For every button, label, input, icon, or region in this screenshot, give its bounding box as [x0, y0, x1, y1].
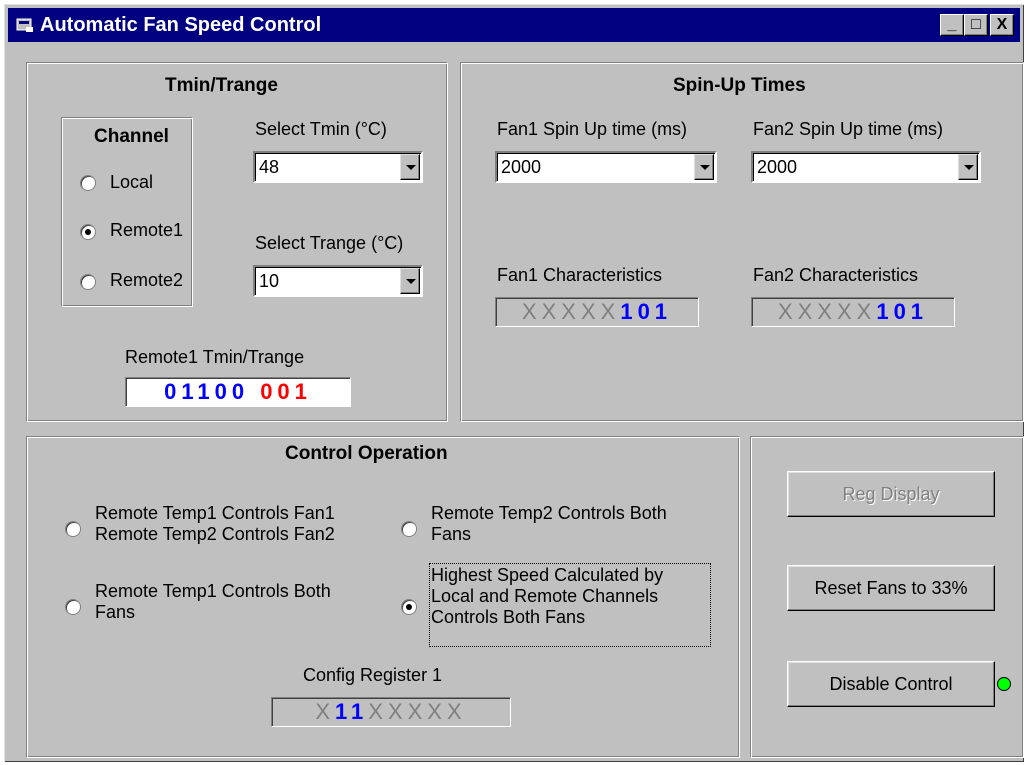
config-bits: 11 [335, 699, 369, 724]
status-led-icon [997, 677, 1011, 691]
option-line: Fans [95, 602, 136, 622]
actions-panel: Reg Display Reset Fans to 33% Disable Co… [750, 436, 1024, 758]
option-temp1-both[interactable]: Remote Temp1 Controls Both Fans [95, 581, 331, 623]
fan2-spinup-value: 2000 [757, 157, 798, 177]
option-line: Local and Remote Channels [431, 586, 659, 606]
config-register-label: Config Register 1 [303, 665, 443, 685]
spin-up-panel: Spin-Up Times Fan1 Spin Up time (ms) 200… [460, 62, 1024, 422]
option-highest-speed[interactable]: Highest Speed Calculated by Local and Re… [431, 565, 663, 628]
option-line: Remote Temp1 Controls Both [95, 581, 331, 601]
option-line: Remote Temp2 Controls Fan2 [95, 524, 335, 544]
radio-remote1-label: Remote1 [110, 220, 184, 240]
option-separate[interactable]: Remote Temp1 Controls Fan1 Remote Temp2 … [95, 503, 335, 545]
app-icon [16, 18, 33, 32]
fan1-char-register: XXXXX101 [495, 297, 699, 327]
fan2-char-register: XXXXX101 [751, 297, 955, 327]
option-radio-temp2-both[interactable] [401, 521, 417, 537]
app-window: Automatic Fan Speed Control _ □ X Tmin/T… [4, 4, 1024, 762]
option-radio-separate[interactable] [65, 521, 81, 537]
option-line: Remote Temp2 Controls Both [431, 503, 667, 523]
fan2-spinup-label: Fan2 Spin Up time (ms) [753, 119, 944, 139]
panel-title: Control Operation [285, 443, 448, 464]
reset-fans-button[interactable]: Reset Fans to 33% [787, 565, 995, 611]
fan2-char-bits: 101 [876, 299, 929, 324]
register-bits-tmin: 01100 [164, 379, 250, 404]
panel-title: Tmin/Trange [165, 75, 278, 96]
option-radio-temp1-both[interactable] [65, 599, 81, 615]
radio-remote2-label: Remote2 [110, 270, 184, 290]
chevron-down-icon[interactable] [400, 154, 420, 180]
reg-display-button[interactable]: Reg Display [787, 471, 995, 517]
radio-local[interactable] [80, 175, 96, 191]
radio-remote2[interactable] [80, 274, 96, 290]
config-register-1: X11XXXXX [271, 697, 511, 727]
radio-local-label: Local [110, 172, 154, 192]
option-line: Highest Speed Calculated by [431, 565, 664, 585]
chevron-down-icon[interactable] [694, 154, 714, 180]
trange-select[interactable]: 10 [253, 265, 423, 297]
window-title: Automatic Fan Speed Control [40, 14, 322, 36]
fan2-char-x: XXXXX [777, 299, 877, 324]
tmin-select[interactable]: 48 [253, 151, 423, 183]
chevron-down-icon[interactable] [958, 154, 978, 180]
radio-remote1[interactable] [80, 224, 96, 240]
title-bar[interactable]: Automatic Fan Speed Control _ □ X [8, 8, 1020, 42]
option-line: Fans [431, 524, 472, 544]
fan2-char-label: Fan2 Characteristics [753, 265, 919, 285]
fan1-spinup-label: Fan1 Spin Up time (ms) [497, 119, 688, 139]
config-x-low: XXXXX [368, 699, 467, 724]
config-x-high: X [315, 699, 336, 724]
fan1-spinup-value: 2000 [501, 157, 542, 177]
fan1-char-label: Fan1 Characteristics [497, 265, 663, 285]
option-line: Controls Both Fans [431, 607, 586, 627]
control-operation-panel: Control Operation Remote Temp1 Controls … [26, 436, 740, 758]
fan1-char-bits: 101 [620, 299, 673, 324]
chevron-down-icon[interactable] [400, 268, 420, 294]
fan2-spinup-select[interactable]: 2000 [751, 151, 981, 183]
tmin-trange-register: 01100 001 [125, 377, 351, 407]
panel-title: Spin-Up Times [673, 75, 806, 96]
maximize-button[interactable]: □ [964, 14, 988, 36]
close-button[interactable]: X [990, 14, 1014, 36]
channel-title: Channel [94, 126, 169, 147]
option-radio-highest-speed[interactable] [401, 599, 417, 615]
minimize-button[interactable]: _ [940, 14, 964, 36]
fan1-char-x: XXXXX [521, 299, 621, 324]
tmin-value: 48 [259, 157, 280, 177]
trange-value: 10 [259, 271, 280, 291]
fan1-spinup-select[interactable]: 2000 [495, 151, 717, 183]
option-line: Remote Temp1 Controls Fan1 [95, 503, 335, 523]
register-bits-trange: 001 [260, 379, 312, 404]
disable-control-button[interactable]: Disable Control [787, 661, 995, 707]
trange-label: Select Trange (°C) [255, 233, 404, 253]
tmin-label: Select Tmin (°C) [255, 119, 387, 139]
tmin-trange-panel: Tmin/Trange Channel Local Remote1 Remote… [26, 62, 448, 422]
register-label: Remote1 Tmin/Trange [125, 347, 305, 367]
option-temp2-both[interactable]: Remote Temp2 Controls Both Fans [431, 503, 667, 545]
channel-group: Channel Local Remote1 Remote2 [61, 117, 193, 307]
